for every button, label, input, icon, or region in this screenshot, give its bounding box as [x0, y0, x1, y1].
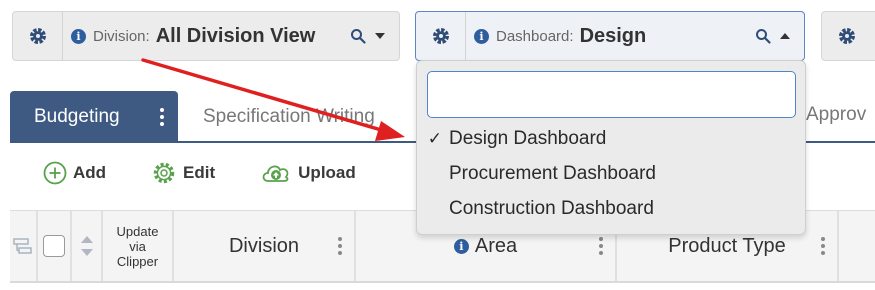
search-icon[interactable] — [755, 28, 771, 44]
search-icon[interactable] — [350, 28, 366, 44]
grid-header-bottom-border — [10, 281, 875, 283]
cloud-upload-icon — [262, 165, 289, 182]
option-label: Construction Dashboard — [449, 198, 654, 219]
row-tree-toggle[interactable] — [10, 211, 38, 281]
tab-label: Budgeting — [34, 105, 120, 127]
checkmark-icon: ✓ — [427, 129, 442, 148]
division-selector-content[interactable]: i Division: All Division View — [63, 12, 399, 60]
info-icon[interactable]: i — [453, 238, 469, 254]
dashboard-label: Dashboard: — [496, 27, 574, 45]
dropdown-option-procurement[interactable]: Procurement Dashboard — [417, 157, 805, 191]
tab-approvals-partial[interactable]: Approv — [806, 104, 866, 126]
tab-specification-writing[interactable]: Specification Writing — [178, 91, 375, 142]
plus-circle-icon — [43, 161, 67, 185]
gear-icon — [839, 28, 855, 44]
tab-budgeting[interactable]: Budgeting — [10, 91, 178, 142]
dashboard-value: Design — [579, 24, 647, 47]
column-header-label: Update via Clipper — [116, 223, 159, 269]
info-icon[interactable]: i — [71, 28, 86, 44]
sort-cell[interactable] — [72, 211, 103, 281]
division-value: All Division View — [155, 24, 316, 47]
dashboard-selector-content[interactable]: i Dashboard: Design — [466, 12, 804, 60]
division-label: Division: — [93, 27, 150, 45]
division-selector[interactable]: i Division: All Division View — [12, 11, 400, 61]
column-menu-icon[interactable] — [599, 237, 603, 255]
column-menu-icon[interactable] — [338, 237, 342, 255]
upload-label: Upload — [298, 163, 356, 182]
dropdown-option-construction[interactable]: Construction Dashboard — [417, 192, 805, 226]
dashboard-selector[interactable]: i Dashboard: Design — [415, 11, 805, 61]
edit-label: Edit — [183, 163, 216, 182]
column-update-via-clipper[interactable]: Update via Clipper — [103, 211, 174, 281]
dashboard-dropdown: ✓ Design Dashboard Procurement Dashboard… — [416, 60, 806, 235]
sort-arrows-icon[interactable] — [80, 236, 93, 256]
add-label: Add — [73, 163, 107, 182]
grid-toolbar: Add Edit Upload — [43, 160, 401, 186]
dropdown-option-design[interactable]: ✓ Design Dashboard — [417, 122, 805, 156]
info-icon[interactable]: i — [474, 28, 489, 44]
caret-down-icon[interactable] — [375, 33, 385, 39]
third-settings-button[interactable] — [822, 12, 872, 60]
tab-bar: Budgeting Specification Writing — [10, 91, 375, 142]
gear-icon — [432, 28, 449, 44]
dashboard-search-input[interactable] — [427, 71, 796, 118]
option-label: Procurement Dashboard — [449, 163, 656, 184]
third-selector[interactable] — [821, 11, 875, 61]
column-menu-icon[interactable] — [821, 237, 825, 255]
option-label: Design Dashboard — [449, 128, 607, 149]
division-settings-button[interactable] — [13, 12, 63, 60]
select-all-cell[interactable] — [38, 211, 72, 281]
caret-up-icon[interactable] — [780, 33, 790, 39]
tab-label: Specification Writing — [203, 105, 375, 127]
gear-icon — [29, 28, 46, 44]
add-button[interactable]: Add — [43, 161, 106, 185]
select-all-checkbox[interactable] — [43, 235, 65, 257]
column-header-label: Area — [474, 234, 518, 257]
column-division[interactable]: Division — [174, 211, 356, 281]
upload-button[interactable]: Upload — [260, 161, 356, 185]
tree-structure-icon — [13, 238, 32, 254]
column-header-label: Product Type — [668, 234, 786, 257]
column-header-label: Division — [228, 234, 300, 257]
tab-menu-icon[interactable] — [160, 108, 164, 126]
dashboard-settings-button[interactable] — [416, 12, 466, 60]
gear-outline-icon — [153, 162, 175, 184]
edit-button[interactable]: Edit — [151, 160, 215, 186]
